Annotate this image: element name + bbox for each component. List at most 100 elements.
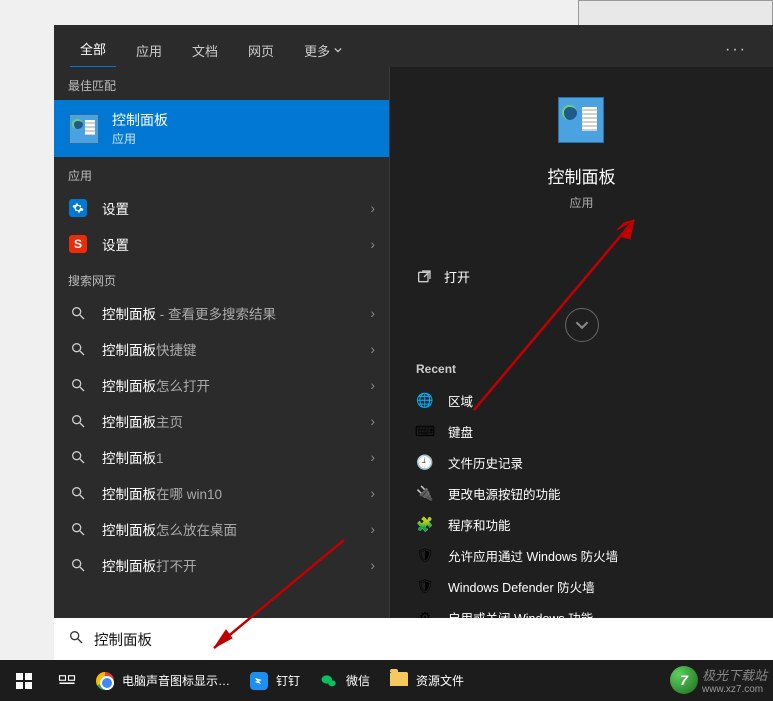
chevron-down-icon — [575, 318, 589, 332]
tab-web[interactable]: 网页 — [238, 33, 284, 68]
recent-item[interactable]: ⌨ 键盘 — [414, 417, 749, 446]
recent-item[interactable]: 🛡 允许应用通过 Windows 防火墙 — [414, 541, 749, 570]
recent-item[interactable]: 🛡 Windows Defender 防火墙 — [414, 572, 749, 601]
recent-item-label: 更改电源按钮的功能 — [448, 484, 561, 503]
recent-item-icon: 🛡 — [416, 547, 434, 565]
folder-icon — [390, 672, 408, 690]
web-result[interactable]: 控制面板1 › — [54, 439, 389, 475]
taskbar-app-label: 电脑声音图标显示… — [122, 672, 230, 689]
chevron-right-icon: › — [370, 200, 375, 216]
web-result-label: 控制面板主页 — [102, 411, 356, 431]
web-result-label: 控制面板怎么放在桌面 — [102, 519, 356, 539]
chevron-right-icon: › — [370, 521, 375, 537]
chevron-right-icon: › — [370, 557, 375, 573]
taskbar: 电脑声音图标显示… 钉钉 微信 资源文件 — [0, 660, 773, 701]
recent-header: Recent — [416, 362, 749, 376]
control-panel-icon — [68, 113, 100, 145]
chevron-down-icon — [334, 46, 342, 54]
app-result-sogou[interactable]: S 设置 › — [54, 226, 389, 262]
section-web: 搜索网页 — [54, 262, 389, 295]
section-best-match: 最佳匹配 — [54, 67, 389, 100]
recent-item-label: 区域 — [448, 391, 473, 410]
taskbar-app-label: 资源文件 — [416, 672, 464, 689]
chevron-right-icon: › — [370, 449, 375, 465]
search-icon — [68, 447, 88, 467]
dingding-icon — [250, 672, 268, 690]
sogou-icon: S — [68, 234, 88, 254]
web-result-label: 控制面板快捷键 — [102, 339, 356, 359]
recent-item-icon: 🌐 — [416, 392, 434, 410]
recent-item[interactable]: 🧩 程序和功能 — [414, 510, 749, 539]
search-icon — [68, 339, 88, 359]
search-input[interactable] — [94, 631, 759, 647]
start-search-panel: 全部 应用 文档 网页 更多 ··· 最佳匹配 控制面板 应用 应用 设置 — [54, 25, 773, 659]
search-icon — [68, 519, 88, 539]
best-match-title: 控制面板 — [112, 110, 168, 130]
search-icon — [68, 303, 88, 323]
taskbar-app-wechat[interactable]: 微信 — [310, 660, 380, 701]
web-result[interactable]: 控制面板怎么放在桌面 › — [54, 511, 389, 547]
results-list: 最佳匹配 控制面板 应用 应用 设置 › S 设置 › 搜索网页 — [54, 67, 390, 659]
web-result[interactable]: 控制面板怎么打开 › — [54, 367, 389, 403]
best-match-item[interactable]: 控制面板 应用 — [54, 100, 389, 157]
section-apps: 应用 — [54, 157, 389, 190]
wechat-icon — [320, 672, 338, 690]
recent-item-label: Windows Defender 防火墙 — [448, 577, 595, 596]
watermark: 7 极光下载站 www.xz7.com — [670, 665, 767, 695]
gear-icon — [68, 198, 88, 218]
search-bar[interactable] — [54, 618, 773, 660]
windows-icon — [16, 673, 32, 689]
web-result-label: 控制面板1 — [102, 447, 356, 467]
search-icon — [68, 483, 88, 503]
taskbar-app-dingding[interactable]: 钉钉 — [240, 660, 310, 701]
web-result[interactable]: 控制面板在哪 win10 › — [54, 475, 389, 511]
search-scope-tabs: 全部 应用 文档 网页 更多 ··· — [54, 25, 773, 67]
task-view-icon — [58, 672, 76, 690]
recent-item-icon: ⌨ — [416, 423, 434, 441]
best-match-subtitle: 应用 — [112, 130, 168, 147]
recent-item-icon: 🧩 — [416, 516, 434, 534]
search-icon — [68, 411, 88, 431]
tab-more[interactable]: 更多 — [294, 33, 352, 68]
recent-item[interactable]: 🔌 更改电源按钮的功能 — [414, 479, 749, 508]
web-result[interactable]: 控制面板 - 查看更多搜索结果 › — [54, 295, 389, 331]
web-result-label: 控制面板 - 查看更多搜索结果 — [102, 303, 356, 323]
recent-item-label: 允许应用通过 Windows 防火墙 — [448, 546, 618, 565]
background-window-strip — [578, 0, 773, 27]
open-icon — [416, 269, 432, 285]
web-result[interactable]: 控制面板打不开 › — [54, 547, 389, 583]
watermark-url: www.xz7.com — [702, 684, 767, 695]
recent-item-icon: 🛡 — [416, 578, 434, 596]
search-icon — [68, 555, 88, 575]
web-result-label: 控制面板在哪 win10 — [102, 483, 356, 503]
chevron-right-icon: › — [370, 236, 375, 252]
recent-item[interactable]: 🌐 区域 — [414, 386, 749, 415]
chevron-right-icon: › — [370, 305, 375, 321]
watermark-logo: 7 — [670, 666, 698, 694]
start-button[interactable] — [0, 660, 48, 701]
open-action[interactable]: 打开 — [414, 261, 749, 292]
taskbar-app-explorer[interactable]: 资源文件 — [380, 660, 474, 701]
web-result[interactable]: 控制面板主页 › — [54, 403, 389, 439]
app-result-settings[interactable]: 设置 › — [54, 190, 389, 226]
web-result[interactable]: 控制面板快捷键 › — [54, 331, 389, 367]
taskbar-app-sound[interactable]: 电脑声音图标显示… — [86, 660, 240, 701]
task-view-button[interactable] — [48, 660, 86, 701]
taskbar-app-label: 微信 — [346, 672, 370, 689]
app-result-label: 设置 — [102, 198, 356, 218]
preview-pane: 控制面板 应用 打开 Recent 🌐 区域 ⌨ 键盘 🕘 文件历史记录 🔌 更… — [390, 67, 773, 659]
more-options-button[interactable]: ··· — [715, 41, 757, 59]
tab-docs[interactable]: 文档 — [182, 33, 228, 68]
open-label: 打开 — [444, 267, 470, 286]
search-icon — [68, 629, 84, 650]
chevron-right-icon: › — [370, 485, 375, 501]
web-result-label: 控制面板打不开 — [102, 555, 356, 575]
expand-button[interactable] — [565, 308, 599, 342]
chevron-right-icon: › — [370, 341, 375, 357]
tab-apps[interactable]: 应用 — [126, 33, 172, 68]
web-result-label: 控制面板怎么打开 — [102, 375, 356, 395]
recent-item[interactable]: 🕘 文件历史记录 — [414, 448, 749, 477]
tab-all[interactable]: 全部 — [70, 31, 116, 69]
control-panel-icon — [558, 97, 606, 145]
watermark-name: 极光下载站 — [702, 665, 767, 684]
